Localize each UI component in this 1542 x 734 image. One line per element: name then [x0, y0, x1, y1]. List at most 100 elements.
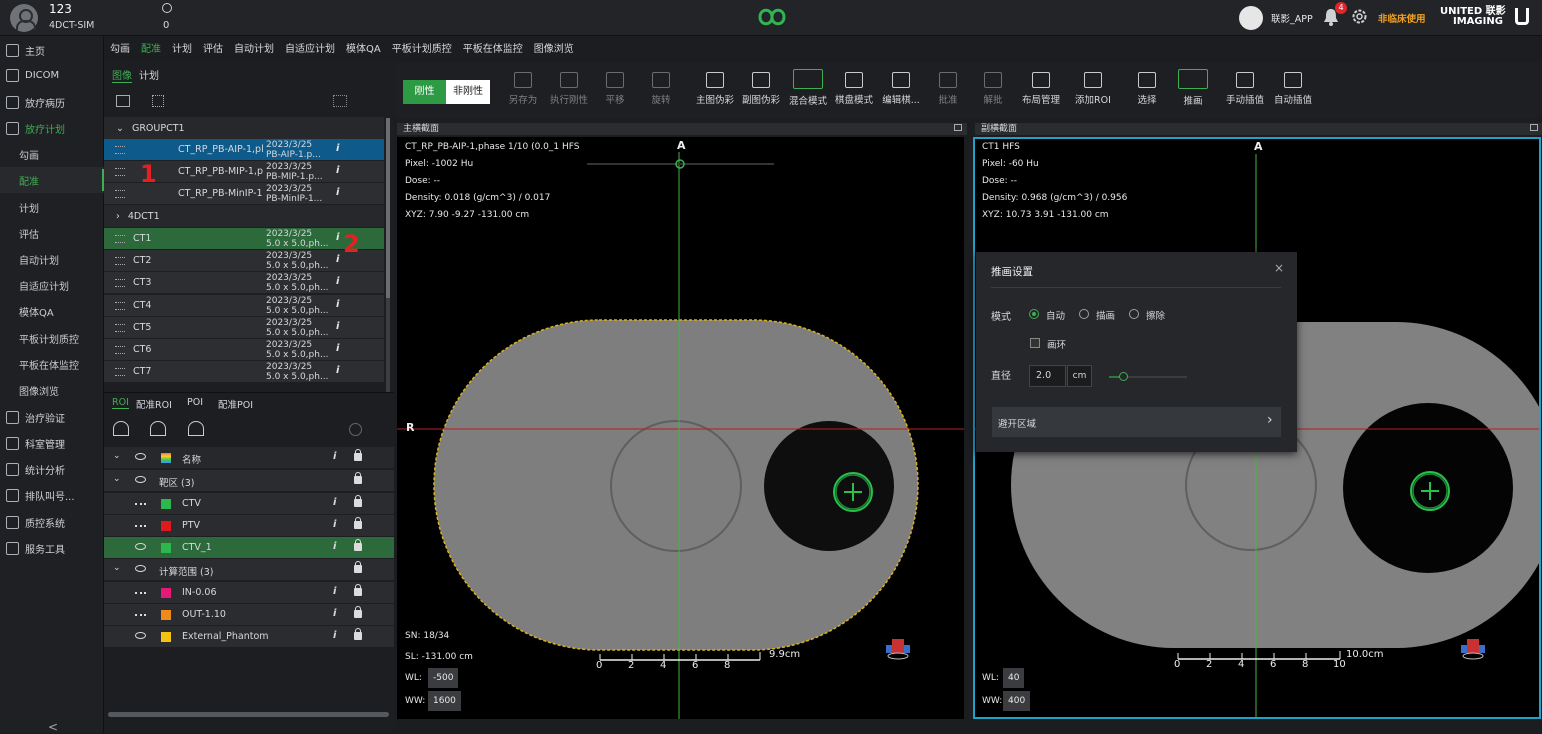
toolbar-btn-4[interactable]: 主图伪彩 [692, 66, 738, 116]
drag-handle-icon[interactable] [115, 346, 125, 354]
roi-row[interactable]: PTV i [104, 515, 394, 537]
info-icon[interactable]: i [336, 299, 339, 310]
drag-handle-icon[interactable] [115, 279, 125, 288]
sidebar-item-5[interactable]: 配准 [0, 167, 104, 193]
toolbar-btn-0[interactable]: 另存为 [500, 66, 546, 116]
settings-grid-icon[interactable] [333, 95, 347, 107]
avoid-region-row[interactable]: 避开区域 › [992, 407, 1281, 437]
refresh-icon[interactable] [349, 423, 362, 436]
info-icon[interactable]: i [333, 451, 336, 462]
module-tab-9[interactable]: 图像浏览 [534, 40, 574, 58]
sidebar-item-0[interactable]: 主页 [0, 37, 104, 63]
roi-row[interactable]: External_Phantom i [104, 626, 394, 648]
sidebar-item-10[interactable]: 模体QA [0, 298, 104, 324]
toolbar-btn-2[interactable]: 平移 [592, 66, 638, 116]
roi-row[interactable]: OUT-1.10 i [104, 604, 394, 626]
toolbar-btn-16[interactable]: 自动插值 [1270, 66, 1316, 116]
radio-auto[interactable] [1029, 309, 1039, 319]
info-icon[interactable]: i [333, 630, 336, 641]
roi-color-swatch[interactable] [161, 543, 171, 553]
module-tab-0[interactable]: 勾画 [110, 40, 130, 58]
sidebar-item-14[interactable]: 治疗验证 [0, 404, 104, 430]
patient-orientation-icon[interactable] [882, 637, 914, 661]
eye-closed-icon[interactable] [135, 592, 146, 594]
lock-icon[interactable] [354, 517, 362, 529]
series-row[interactable]: CT4 2023/3/25 5.0 x 5.0,ph... i [104, 294, 384, 317]
radio-draw[interactable] [1079, 309, 1089, 319]
user-avatar-icon[interactable] [1239, 6, 1263, 30]
module-tab-6[interactable]: 模体QA [346, 40, 381, 58]
sidebar-item-9[interactable]: 自适应计划 [0, 272, 104, 298]
module-tab-3[interactable]: 评估 [203, 40, 223, 58]
tab-reg-roi[interactable]: 配准ROI [136, 397, 172, 411]
lock-icon[interactable] [354, 606, 362, 618]
eye-icon[interactable] [135, 453, 146, 460]
sidebar-item-16[interactable]: 统计分析 [0, 456, 104, 482]
sidebar-item-3[interactable]: 放疗计划 [0, 115, 104, 141]
roi-color-swatch[interactable] [161, 632, 171, 642]
diameter-slider-thumb[interactable] [1119, 372, 1128, 381]
sidebar-item-6[interactable]: 计划 [0, 194, 104, 220]
eye-closed-icon[interactable] [135, 503, 146, 505]
search-icon[interactable] [162, 3, 172, 13]
lock-icon[interactable] [354, 449, 362, 461]
group-header-groupct1[interactable]: ⌄ GROUPCT1 [104, 117, 384, 139]
avatar-icon[interactable] [10, 4, 38, 32]
main-viewport[interactable]: A R CT_RP_PB-AIP-1,phase 1/10 (0.0_1 HFS… [397, 137, 964, 719]
toolbar-btn-13[interactable]: 选择 [1124, 66, 1170, 116]
toolbar-btn-12[interactable]: 添加ROI [1070, 66, 1116, 116]
ww-input[interactable]: 1600 [428, 691, 461, 711]
roi-row[interactable]: CTV_1 i [104, 537, 394, 559]
diameter-input[interactable]: 2.0 [1029, 365, 1066, 387]
eye-icon[interactable] [135, 632, 146, 639]
rigid-button[interactable]: 刚性 [403, 80, 446, 104]
maximize-icon[interactable] [1530, 124, 1538, 131]
tab-roi[interactable]: ROI [112, 397, 129, 409]
series-row[interactable]: CT1 2023/3/25 5.0 x 5.0,ph... i [104, 228, 384, 250]
eye-icon[interactable] [135, 476, 146, 483]
series-row[interactable]: CT7 2023/3/25 5.0 x 5.0,ph... i [104, 361, 384, 384]
eye-icon[interactable] [135, 565, 146, 572]
sidebar-item-15[interactable]: 科室管理 [0, 430, 104, 456]
eye-icon[interactable] [135, 543, 146, 550]
toolbar-btn-9[interactable]: 批准 [925, 66, 971, 116]
sidebar-item-2[interactable]: 放疗病历 [0, 89, 104, 115]
sidebar-item-13[interactable]: 图像浏览 [0, 377, 104, 403]
lock-icon[interactable] [354, 472, 362, 484]
sidebar-item-7[interactable]: 评估 [0, 220, 104, 246]
info-icon[interactable]: i [333, 541, 336, 552]
roi-color-swatch[interactable] [161, 610, 171, 620]
patient-orientation-icon[interactable] [1457, 637, 1489, 661]
lock-icon[interactable] [354, 561, 362, 573]
lock-icon[interactable] [354, 539, 362, 551]
info-icon[interactable]: i [336, 276, 339, 287]
series-row[interactable]: CT2 2023/3/25 5.0 x 5.0,ph... i [104, 250, 384, 273]
toolbar-btn-14[interactable]: 推画 [1170, 66, 1216, 116]
sidebar-item-8[interactable]: 自动计划 [0, 246, 104, 272]
roi-group-calc[interactable]: ⌄ 计算范围 (3) [104, 559, 394, 581]
sidebar-item-1[interactable]: DICOM [0, 62, 104, 88]
grid-icon[interactable] [152, 95, 164, 107]
roi-row[interactable]: CTV i [104, 493, 394, 515]
roi-color-swatch[interactable] [161, 588, 171, 598]
info-icon[interactable]: i [333, 519, 336, 530]
series-row[interactable]: CT3 2023/3/25 5.0 x 5.0,ph... i [104, 272, 384, 295]
tab-image[interactable]: 图像 [112, 67, 132, 83]
tab-poi[interactable]: POI [187, 397, 203, 408]
sidebar-item-19[interactable]: 服务工具 [0, 535, 104, 561]
info-icon[interactable]: i [336, 343, 339, 354]
drag-handle-icon[interactable] [115, 323, 125, 332]
sidebar-item-11[interactable]: 平板计划质控 [0, 325, 104, 351]
roi-edit-icon[interactable] [188, 421, 204, 436]
series-row[interactable]: CT5 2023/3/25 5.0 x 5.0,ph... i [104, 316, 384, 339]
chevron-down-icon[interactable]: ⌄ [113, 474, 121, 484]
series-scrollbar[interactable] [386, 118, 390, 393]
toolbar-btn-10[interactable]: 解批 [970, 66, 1016, 116]
roi-add-icon[interactable] [113, 421, 129, 436]
toolbar-btn-1[interactable]: 执行刚性 [546, 66, 592, 116]
toolbar-btn-8[interactable]: 编辑棋... [878, 66, 924, 116]
chevron-down-icon[interactable]: ⌄ [113, 451, 121, 461]
tab-plan[interactable]: 计划 [139, 67, 159, 82]
collapse-button[interactable]: < [48, 720, 58, 734]
close-icon[interactable]: × [1274, 261, 1284, 275]
